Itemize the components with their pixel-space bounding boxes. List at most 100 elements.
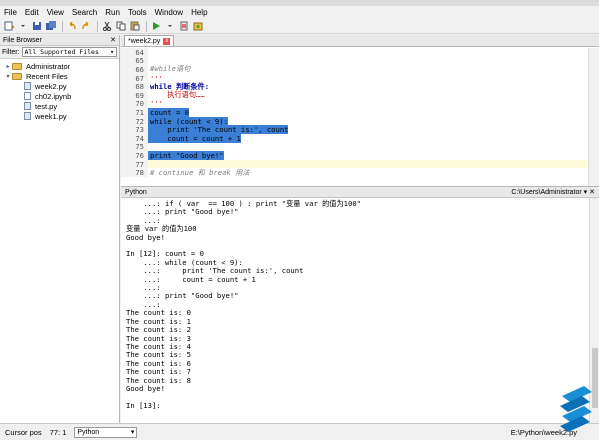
tree-item[interactable]: ▾ Recent Files	[0, 71, 119, 81]
watermark-logo	[560, 386, 592, 432]
menu-bar: File Edit View Search Run Tools Window Help	[0, 6, 599, 18]
line-number: 65	[121, 56, 148, 65]
toolbar-separator	[97, 20, 98, 32]
tree-item[interactable]: ch02.ipynb	[0, 91, 119, 101]
menu-item-edit[interactable]: Edit	[25, 8, 39, 17]
chevron-down-icon[interactable]: ▾	[4, 73, 12, 80]
code-line: 72 while (count < 9):	[121, 116, 587, 126]
console-pane: Python C:\Users\Administrator ▾ ✕ ...: i…	[121, 186, 599, 424]
tree-item-label: week2.py	[35, 81, 67, 91]
file-filter-row: Filter: All Supported Files ▾	[0, 46, 119, 59]
console-line: Good bye!	[126, 383, 165, 393]
menu-item-search[interactable]: Search	[72, 8, 97, 17]
console-line: The count is: 6	[126, 358, 191, 368]
code-line: 76 print "Good bye!"	[121, 150, 587, 160]
editor-scrollbar[interactable]	[588, 48, 599, 186]
new-file-icon[interactable]	[3, 20, 15, 32]
console-line: In [13]:	[126, 400, 161, 410]
console-line: The count is: 3	[126, 333, 191, 343]
console-line: 变量 var 的值为100	[126, 224, 197, 234]
menu-item-run[interactable]: Run	[105, 8, 120, 17]
line-number: 78	[121, 168, 148, 177]
menu-item-view[interactable]: View	[47, 8, 64, 17]
undo-icon[interactable]	[66, 20, 78, 32]
console-path[interactable]: C:\Users\Administrator ▾ ✕	[511, 188, 595, 196]
menu-item-file[interactable]: File	[4, 8, 17, 17]
filter-value: All Supported Files	[24, 48, 99, 56]
line-number: 66	[121, 65, 148, 74]
dropdown-arrow-icon[interactable]	[164, 20, 176, 32]
line-number: 67	[121, 74, 148, 83]
file-icon	[24, 112, 31, 120]
file-browser-title: File Browser	[3, 36, 42, 44]
redo-icon[interactable]	[80, 20, 92, 32]
line-number: 68	[121, 82, 148, 91]
tab-label: *week2.py	[128, 37, 161, 45]
tree-item-label: Recent Files	[26, 71, 68, 81]
line-number: 70	[121, 99, 148, 108]
language-select[interactable]: Python ▾	[74, 426, 138, 438]
paste-icon[interactable]	[129, 20, 141, 32]
tree-item[interactable]: week1.py	[0, 111, 119, 121]
folder-icon	[12, 62, 22, 70]
tree-item[interactable]: test.py	[0, 101, 119, 111]
tree-item-label: test.py	[35, 101, 58, 111]
close-icon[interactable]: ✕	[110, 36, 116, 44]
console-header: Python C:\Users\Administrator ▾ ✕	[121, 187, 599, 198]
preferences-icon[interactable]	[192, 20, 204, 32]
cut-icon[interactable]	[101, 20, 113, 32]
console-line: The count is: 2	[126, 325, 191, 335]
debug-icon[interactable]	[178, 20, 190, 32]
dropdown-arrow-icon[interactable]	[17, 20, 29, 32]
code-line: 70 '''	[121, 99, 587, 108]
code-line: 74 count = count + 1	[121, 133, 587, 143]
code-line: 65	[121, 56, 587, 65]
copy-icon[interactable]	[115, 20, 127, 32]
tree-item[interactable]: ▸ Administrator	[0, 61, 119, 71]
tree-item[interactable]: week2.py	[0, 81, 119, 91]
status-bar: Cursor pos 77: 1 Python ▾ E:\Python\week…	[0, 423, 599, 440]
file-browser-panel: File Browser ✕ Filter: All Supported Fil…	[0, 35, 120, 423]
toolbar-separator	[62, 20, 63, 32]
chevron-right-icon[interactable]: ▸	[4, 63, 12, 70]
menu-item-help[interactable]: Help	[191, 8, 207, 17]
run-icon[interactable]	[150, 20, 162, 32]
file-icon	[24, 102, 31, 110]
console-line: ...: print "Good bye!"	[126, 291, 239, 301]
code-line: 75	[121, 142, 587, 151]
code-text: # continue 和 break 用法	[150, 167, 250, 177]
console-line: The count is: 4	[126, 341, 191, 351]
editor-tab-bar: *week2.py x	[121, 35, 599, 47]
folder-icon	[12, 72, 22, 80]
menu-item-window[interactable]: Window	[155, 8, 183, 17]
file-browser-header: File Browser ✕	[0, 35, 119, 46]
close-icon[interactable]: x	[163, 37, 171, 45]
line-number: 69	[121, 91, 148, 100]
menu-item-tools[interactable]: Tools	[128, 8, 147, 17]
tree-item-label: ch02.ipynb	[35, 91, 72, 101]
filter-label: Filter:	[2, 48, 20, 56]
line-number: 72	[121, 117, 148, 126]
tab-week2[interactable]: *week2.py x	[124, 35, 175, 46]
console-output[interactable]: ...: if ( var == 100 ) : print "变量 var 的…	[126, 199, 586, 422]
line-number: 71	[121, 108, 148, 117]
file-tree: ▸ Administrator ▾ Recent Files week2.py ch02.…	[0, 59, 119, 121]
console-line: The count is: 8	[126, 375, 191, 385]
code-editor[interactable]: 64 65 66 #while语句 67 ''' 68 while 判断条件: 69 执行语句……	[121, 48, 587, 186]
save-all-icon[interactable]	[45, 20, 57, 32]
filter-select[interactable]: All Supported Files ▾	[21, 47, 117, 57]
toolbar-separator	[146, 20, 147, 32]
code-line: 73 print 'The count is:', count	[121, 125, 587, 135]
code-line: 71 count = 0	[121, 107, 587, 117]
save-icon[interactable]	[31, 20, 43, 32]
line-number: 75	[121, 142, 148, 151]
language-value: Python	[77, 428, 100, 436]
file-icon	[24, 82, 31, 90]
tree-item-label: Administrator	[26, 61, 71, 71]
console-path-text: C:\Users\Administrator	[511, 189, 582, 196]
console-title: Python	[125, 188, 147, 196]
chevron-down-icon: ▾	[110, 48, 114, 56]
console-line: The count is: 1	[126, 316, 191, 326]
code-line: 66 #while语句	[121, 64, 587, 74]
